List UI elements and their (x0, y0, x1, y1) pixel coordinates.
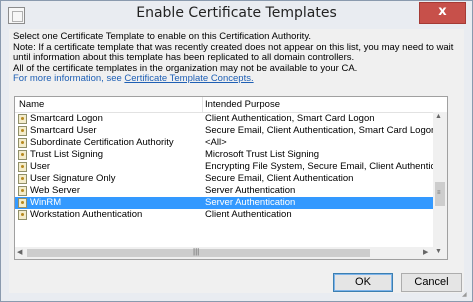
template-purpose: Client Authentication (205, 209, 292, 220)
template-name: Trust List Signing (30, 149, 104, 160)
close-icon: x (438, 4, 447, 19)
instruction-line: Select one Certificate Template to enabl… (13, 31, 312, 42)
certificate-template-icon (18, 114, 27, 124)
template-name: Web Server (30, 185, 80, 196)
table-row[interactable]: Smartcard Logon Client Authentication, S… (15, 113, 433, 125)
template-purpose: Secure Email, Client Authentication (205, 173, 354, 184)
horizontal-scrollbar[interactable]: ◀ ||| ▶ (15, 247, 433, 259)
template-purpose: Server Authentication (205, 197, 296, 208)
template-name: User (30, 161, 51, 172)
table-row[interactable]: Web Server Server Authentication (15, 185, 433, 197)
certificate-template-icon (18, 210, 27, 220)
table-row[interactable]: Smartcard User Secure Email, Client Auth… (15, 125, 437, 137)
column-header-name[interactable]: Name (19, 99, 44, 110)
scroll-down-icon[interactable]: ▼ (435, 248, 442, 255)
template-purpose: Secure Email, Client Authentication, Sma… (205, 125, 437, 136)
certificate-template-icon (18, 198, 27, 208)
template-name: User Signature Only (30, 173, 116, 184)
table-row-selected[interactable]: WinRM Server Authentication (15, 197, 433, 209)
dialog-title: Enable Certificate Templates (136, 5, 337, 21)
template-purpose: Encrypting File System, Secure Email, Cl… (205, 161, 448, 172)
template-name: Smartcard Logon (30, 113, 103, 124)
certificate-template-concepts-link[interactable]: Certificate Template Concepts. (124, 73, 253, 84)
certificate-template-icon (18, 150, 27, 160)
list-header: Name Intended Purpose (15, 97, 447, 113)
vertical-scrollbar[interactable]: ▲ ≡ ▼ (433, 112, 447, 259)
resize-grip-icon[interactable]: ◢ (462, 291, 470, 299)
dialog-window: Enable Certificate Templates x Select on… (0, 0, 473, 302)
table-row[interactable]: Subordinate Certification Authority <All… (15, 137, 433, 149)
certificate-template-icon (18, 174, 27, 184)
table-row[interactable]: User Signature Only Secure Email, Client… (15, 173, 433, 185)
scroll-right-icon[interactable]: ▶ (423, 248, 428, 256)
template-purpose: Server Authentication (205, 185, 296, 196)
certificate-template-icon (18, 138, 27, 148)
certificate-template-icon (18, 126, 27, 136)
grip-icon: ||| (193, 247, 200, 256)
grip-icon: ≡ (437, 190, 441, 196)
template-list[interactable]: Name Intended Purpose Smartcard Logon Cl… (14, 96, 448, 260)
more-info-line: For more information, see Certificate Te… (13, 73, 461, 85)
template-name: Smartcard User (30, 125, 97, 136)
table-row[interactable]: Workstation Authentication Client Authen… (15, 209, 433, 221)
note-text: Note: If a certificate template that was… (13, 41, 454, 63)
ok-button[interactable]: OK (333, 273, 393, 292)
scroll-left-icon[interactable]: ◀ (17, 248, 22, 256)
template-purpose: Client Authentication, Smart Card Logon (205, 113, 375, 124)
template-name: Workstation Authentication (30, 209, 143, 220)
dialog-body: Select one Certificate Template to enabl… (9, 29, 464, 293)
certificate-template-icon (18, 186, 27, 196)
template-purpose: <All> (205, 137, 227, 148)
scroll-up-icon[interactable]: ▲ (435, 113, 442, 120)
cancel-button[interactable]: Cancel (401, 273, 462, 292)
template-name: WinRM (30, 197, 62, 208)
close-button[interactable]: x (419, 2, 466, 24)
template-name: Subordinate Certification Authority (30, 137, 174, 148)
more-info-prefix: For more information, see (13, 73, 125, 84)
column-header-intended-purpose[interactable]: Intended Purpose (205, 99, 280, 110)
title-bar[interactable]: Enable Certificate Templates x (1, 1, 472, 29)
certificate-template-icon (18, 162, 27, 172)
column-divider[interactable] (202, 97, 203, 112)
template-purpose: Microsoft Trust List Signing (205, 149, 320, 160)
instructions: Select one Certificate Template to enabl… (13, 31, 461, 85)
table-row[interactable]: Trust List Signing Microsoft Trust List … (15, 149, 433, 161)
table-row[interactable]: User Encrypting File System, Secure Emai… (15, 161, 447, 173)
